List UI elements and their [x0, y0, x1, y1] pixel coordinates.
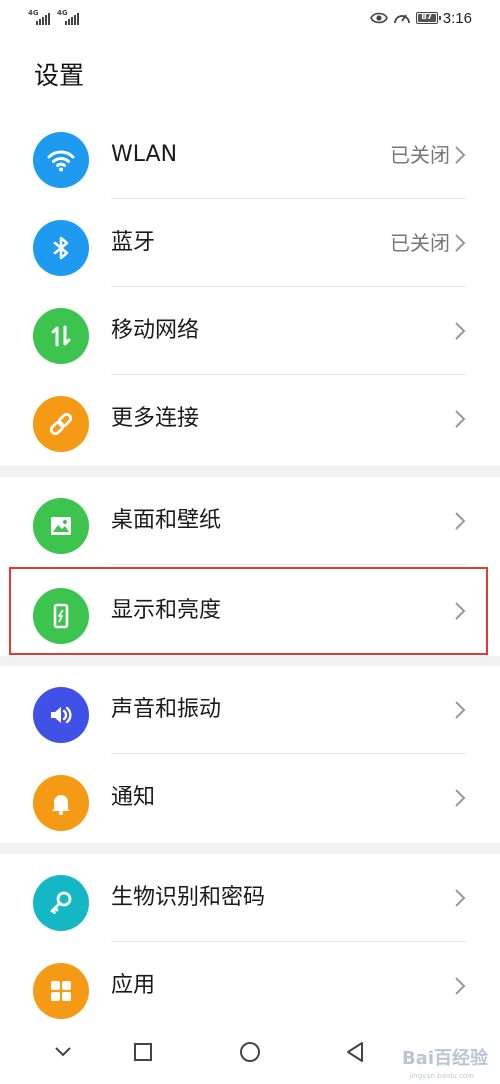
battery-icon: 87: [415, 12, 441, 24]
settings-item-wallpaper[interactable]: 桌面和壁纸: [0, 477, 500, 565]
link-icon: [33, 396, 89, 452]
section-gap: [0, 843, 500, 854]
speedometer-icon: [393, 14, 410, 24]
eye-icon: [369, 12, 388, 24]
settings-item-wlan[interactable]: WLAN 已关闭: [0, 111, 500, 199]
status-bar: 4G 4G 87 3:16: [0, 0, 500, 36]
settings-item-label: 蓝牙: [111, 230, 156, 255]
watermark-url: jingyan.baidu.com: [409, 1072, 474, 1080]
settings-item-label: 桌面和壁纸: [111, 508, 222, 533]
watermark: Bai百经验: [401, 1048, 488, 1069]
recents-button-icon[interactable]: [133, 1042, 153, 1062]
chevron-right-icon: [455, 410, 466, 428]
chevron-right-icon: [455, 512, 466, 530]
settings-item-label: WLAN: [111, 142, 178, 167]
signal-sim2-icon: 4G: [57, 9, 81, 27]
signal-sim1-icon: 4G: [28, 9, 52, 27]
settings-item-label: 声音和振动: [111, 697, 222, 722]
settings-item-more-connections[interactable]: 更多连接: [0, 375, 500, 463]
settings-item-mobile-network[interactable]: 移动网络: [0, 287, 500, 375]
chevron-right-icon: [455, 977, 466, 995]
settings-item-label: 生物识别和密码: [111, 885, 266, 910]
back-button-icon[interactable]: [345, 1041, 365, 1063]
battery-level: 87: [421, 12, 433, 21]
settings-item-value: 已关闭: [390, 143, 450, 167]
page-title: 设置: [34, 61, 85, 90]
settings-item-notifications[interactable]: 通知: [0, 754, 500, 842]
settings-item-label: 通知: [111, 785, 156, 810]
chevron-right-icon: [455, 234, 466, 252]
wifi-icon: [33, 132, 89, 188]
settings-item-biometrics-password[interactable]: 生物识别和密码: [0, 854, 500, 942]
speaker-icon: [33, 687, 89, 743]
key-icon: [33, 875, 89, 931]
bell-icon: [33, 775, 89, 831]
divider: [111, 564, 466, 565]
home-button-icon[interactable]: [239, 1041, 261, 1063]
apps-icon: [33, 963, 89, 1019]
image-icon: [33, 498, 89, 554]
chevron-right-icon: [455, 322, 466, 340]
chevron-right-icon: [455, 701, 466, 719]
chevron-down-icon[interactable]: [54, 1046, 72, 1058]
navigation-bar: Bai百经验 jingyan.baidu.com: [0, 1026, 500, 1084]
settings-item-apps[interactable]: 应用: [0, 942, 500, 1030]
chevron-right-icon: [455, 789, 466, 807]
settings-item-bluetooth[interactable]: 蓝牙 已关闭: [0, 199, 500, 287]
chevron-right-icon: [455, 889, 466, 907]
settings-item-value: 已关闭: [390, 231, 450, 255]
bluetooth-icon: [33, 220, 89, 276]
chevron-right-icon: [455, 146, 466, 164]
highlight-box: [9, 567, 488, 655]
settings-item-label: 移动网络: [111, 318, 200, 343]
mobile-data-icon: [33, 308, 89, 364]
settings-item-label: 更多连接: [111, 406, 200, 431]
section-gap: [0, 656, 500, 666]
settings-item-label: 应用: [111, 973, 156, 998]
clock: 3:16: [442, 9, 472, 27]
settings-item-sound-vibration[interactable]: 声音和振动: [0, 666, 500, 754]
section-gap: [0, 465, 500, 477]
